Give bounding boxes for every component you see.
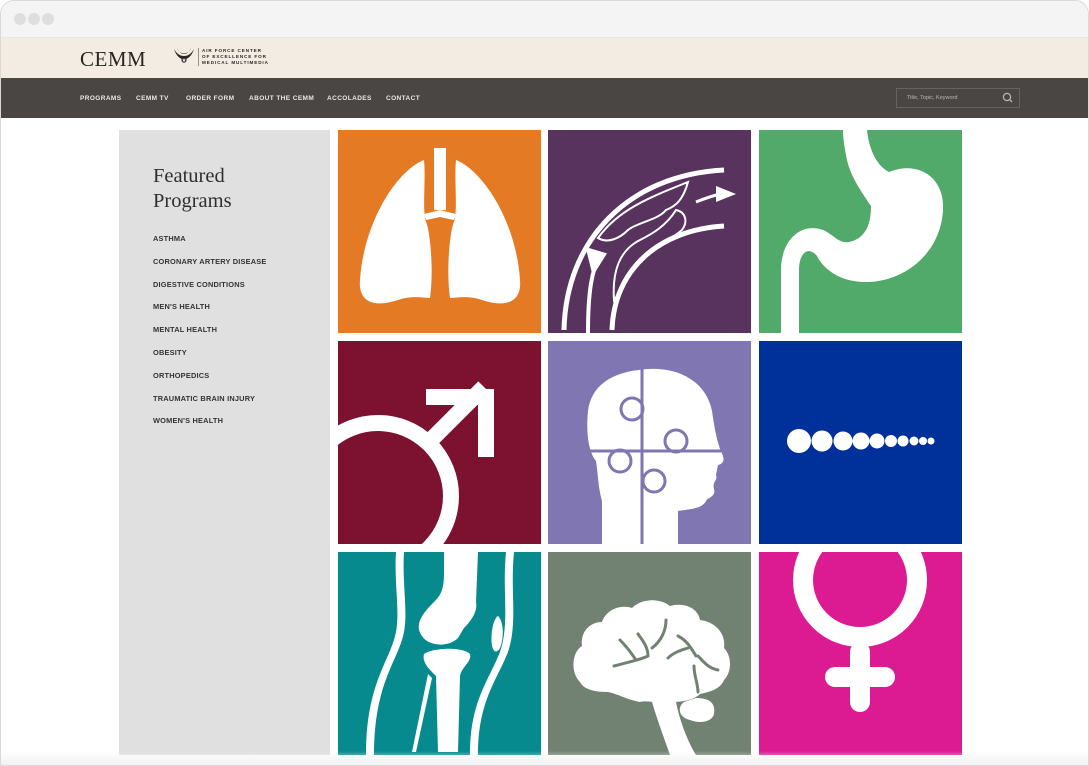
tile-womens-health[interactable] — [759, 552, 962, 755]
logo-tagline: AIR FORCE CENTER OF EXCELLENCE FOR MEDIC… — [202, 48, 272, 66]
title-line: Featured — [153, 165, 225, 187]
window-close-button[interactable] — [14, 13, 26, 25]
browser-chrome — [1, 1, 1088, 38]
program-link-asthma[interactable]: ASTHMA — [153, 234, 267, 257]
tile-coronary-artery-disease[interactable] — [548, 130, 751, 333]
program-link-digestive-conditions[interactable]: DIGESTIVE CONDITIONS — [153, 280, 267, 303]
nav-order-form[interactable]: ORDER FORM — [186, 95, 234, 102]
nav-accolades[interactable]: ACCOLADES — [327, 95, 372, 102]
title-line: Programs — [153, 190, 232, 212]
artery-plaque-icon — [561, 167, 736, 333]
nav-contact[interactable]: CONTACT — [386, 95, 420, 102]
tile-mens-health[interactable] — [338, 341, 541, 544]
tile-obesity[interactable] — [759, 341, 962, 544]
tile-orthopedics[interactable] — [338, 552, 541, 755]
program-link-coronary-artery-disease[interactable]: CORONARY ARTERY DISEASE — [153, 257, 267, 280]
featured-programs-panel: Featured Programs ASTHMA CORONARY ARTERY… — [119, 130, 330, 755]
program-link-obesity[interactable]: OBESITY — [153, 348, 267, 371]
tile-digestive-conditions[interactable] — [759, 130, 962, 333]
browser-window: CEMM AIR FORCE CENTER OF EXCELLENCE FOR … — [0, 0, 1089, 766]
program-link-orthopedics[interactable]: ORTHOPEDICS — [153, 371, 267, 394]
brand-header: CEMM — [1, 38, 1088, 78]
logo[interactable]: CEMM — [80, 47, 146, 72]
stomach-icon — [781, 130, 944, 333]
search-input[interactable] — [897, 89, 997, 107]
circles-row-icon — [787, 429, 935, 453]
viewport-bottom-fade — [1, 751, 1088, 765]
air-force-eagle-icon — [174, 48, 194, 63]
program-list: ASTHMA CORONARY ARTERY DISEASE DIGESTIVE… — [153, 234, 267, 439]
tile-mental-health[interactable] — [548, 341, 751, 544]
male-symbol-icon — [338, 381, 494, 544]
program-link-traumatic-brain-injury[interactable]: TRAUMATIC BRAIN INJURY — [153, 394, 267, 417]
tile-asthma[interactable] — [338, 130, 541, 333]
featured-programs-title: Featured Programs — [153, 164, 232, 214]
window-maximize-button[interactable] — [42, 13, 54, 25]
tagline-line: MEDICAL MULTIMEDIA — [202, 60, 269, 65]
female-symbol-icon — [793, 552, 927, 712]
search-icon[interactable] — [1001, 91, 1015, 105]
lungs-icon — [359, 148, 521, 304]
logo-divider — [198, 48, 199, 66]
nav-about[interactable]: ABOUT THE CEMM — [249, 95, 314, 102]
program-link-womens-health[interactable]: WOMEN'S HEALTH — [153, 416, 267, 439]
window-minimize-button[interactable] — [28, 13, 40, 25]
tile-traumatic-brain-injury[interactable] — [548, 552, 751, 755]
knee-joint-icon — [366, 552, 514, 755]
puzzle-head-icon — [587, 368, 724, 544]
nav-cemm-tv[interactable]: CEMM TV — [136, 95, 169, 102]
brain-icon — [573, 600, 730, 755]
program-link-mental-health[interactable]: MENTAL HEALTH — [153, 325, 267, 348]
program-link-mens-health[interactable]: MEN'S HEALTH — [153, 302, 267, 325]
search-box — [896, 88, 1020, 108]
nav-programs[interactable]: PROGRAMS — [80, 95, 121, 102]
